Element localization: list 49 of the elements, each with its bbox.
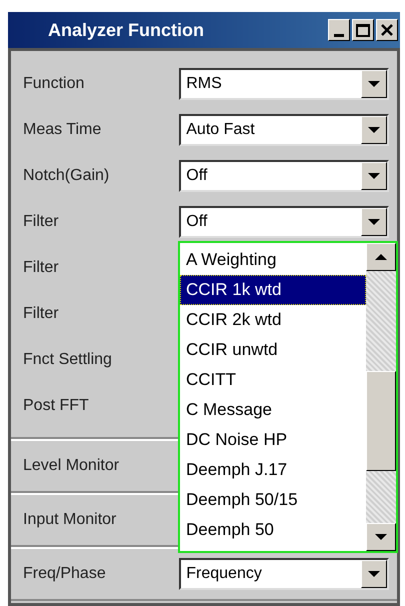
field-label: Fnct Settling [23,350,113,370]
field-label: Notch(Gain) [23,166,110,186]
dropdown-field[interactable]: Frequency [179,558,389,590]
field-label: Meas Time [23,120,102,140]
scroll-thumb[interactable] [366,371,396,471]
close-icon [381,24,393,36]
field-label: Function [23,74,86,94]
field-label: Input Monitor [23,510,118,530]
caret-icon [368,173,380,179]
list-option[interactable]: CCIR unwtd [180,335,366,365]
field-label: Level Monitor [23,456,120,476]
field-label: Freq/Phase [23,564,107,584]
list-option[interactable]: A Weighting [180,245,366,275]
dropdown-arrow-button[interactable] [361,560,387,588]
dropdown-arrow-button[interactable] [361,70,387,98]
scroll-up-button[interactable] [366,243,396,271]
dropdown-field[interactable]: Auto Fast [179,114,389,146]
list-option[interactable]: CCIR 2k wtd [180,305,366,335]
scroll-down-button[interactable] [366,523,396,551]
maximize-icon [356,24,370,36]
scrollbar[interactable] [366,243,396,551]
minimize-button[interactable] [328,19,350,41]
list-option[interactable]: CCITT [180,365,366,395]
dropdown-field[interactable]: RMS [179,68,389,100]
dropdown-field[interactable]: Off [179,206,389,238]
dropdown-arrow-button[interactable] [361,208,387,236]
list-option[interactable]: Deemph J.17 [180,455,366,485]
list-option[interactable]: C Message [180,395,366,425]
up-arrow-icon [375,254,387,260]
minimize-icon [334,34,344,37]
window-title: Analyzer Function [48,18,204,42]
dropdown-arrow-button[interactable] [361,116,387,144]
caret-icon [368,81,380,87]
close-button[interactable] [376,19,398,41]
maximize-button[interactable] [352,19,374,41]
caret-icon [368,127,380,133]
field-label: Filter [23,258,60,278]
list-option[interactable]: DC Noise HP [180,425,366,455]
field-label: Post FFT [23,396,90,416]
caret-icon [368,571,380,577]
list-option[interactable]: Deemph 50 [180,515,366,545]
list-option[interactable]: Deemph 50/15 [180,485,366,515]
field-label: Filter [23,212,60,232]
down-arrow-icon [375,534,387,540]
dropdown-field[interactable]: Off [179,160,389,192]
dropdown-arrow-button[interactable] [361,162,387,190]
list-option[interactable]: CCIR 1k wtd [180,275,366,305]
field-label: Filter [23,304,60,324]
caret-icon [368,219,380,225]
